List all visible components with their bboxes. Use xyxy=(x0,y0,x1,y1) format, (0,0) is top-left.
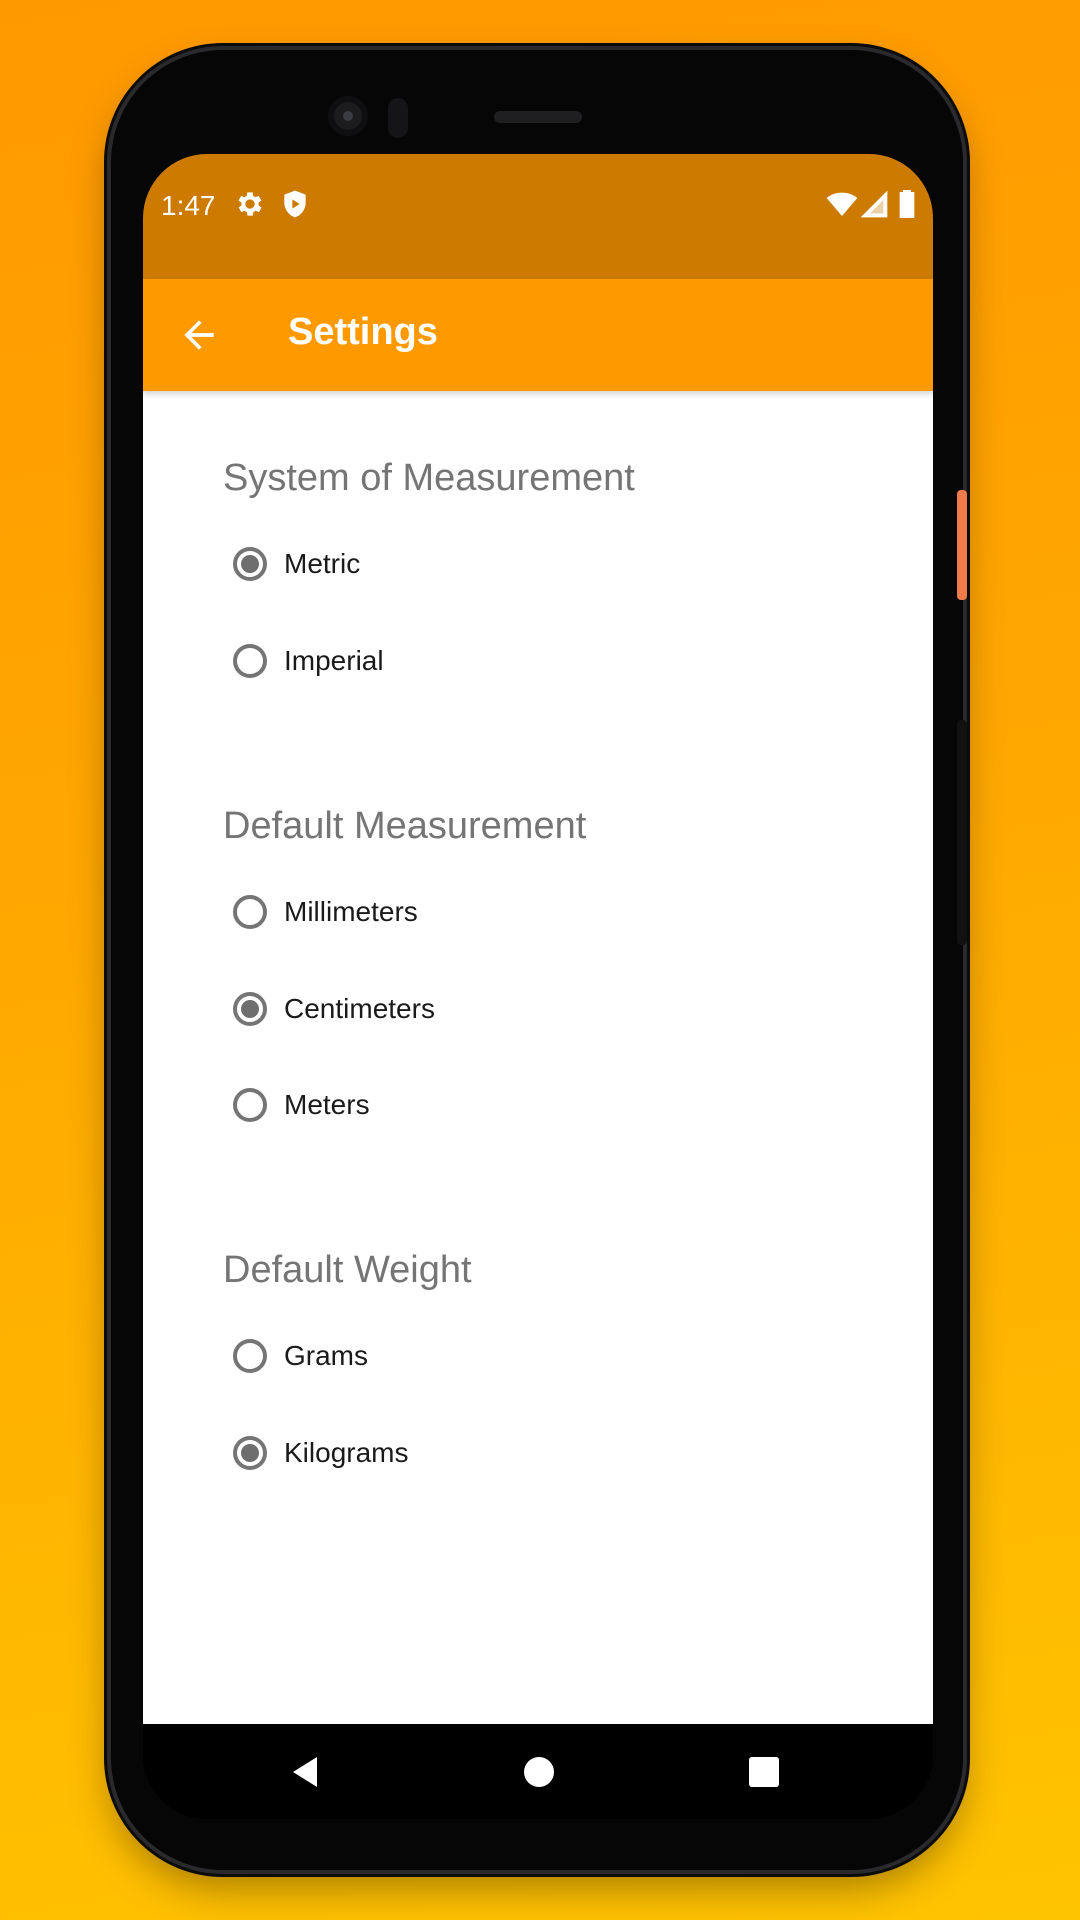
radio-label: Grams xyxy=(284,1340,368,1371)
back-triangle-icon[interactable] xyxy=(287,1754,323,1790)
radio-button-unchecked[interactable] xyxy=(233,644,267,678)
earpiece-speaker xyxy=(494,111,582,123)
gear-icon xyxy=(238,192,262,216)
power-button xyxy=(957,490,967,600)
radio-label: Metric xyxy=(284,548,361,579)
signal-icon xyxy=(860,190,888,218)
radio-label: Millimeters xyxy=(284,896,418,927)
arrow-left-icon[interactable] xyxy=(177,313,221,357)
home-circle-icon[interactable] xyxy=(521,1754,557,1790)
radio-label: Kilograms xyxy=(284,1437,409,1468)
page-title: Settings xyxy=(288,311,438,353)
radio-label: Centimeters xyxy=(284,993,435,1024)
front-camera xyxy=(328,96,368,136)
radio-button-unchecked[interactable] xyxy=(233,1088,267,1122)
radio-option-kilograms[interactable]: Kilograms xyxy=(233,1423,408,1483)
settings-content: System of Measurement Metric Imperial De… xyxy=(143,391,933,1724)
radio-label: Meters xyxy=(284,1089,370,1120)
wifi-icon xyxy=(826,192,858,216)
radio-label: Imperial xyxy=(284,645,384,676)
proximity-sensor xyxy=(388,98,408,138)
shield-icon xyxy=(284,190,306,218)
section-title: Default Weight xyxy=(223,1249,472,1291)
radio-option-meters[interactable]: Meters xyxy=(233,1075,370,1135)
volume-button xyxy=(957,720,967,945)
battery-icon xyxy=(899,190,915,218)
app-bar: Settings xyxy=(143,279,933,391)
status-bar: 1:47 xyxy=(143,154,933,279)
navigation-bar xyxy=(143,1724,933,1819)
recents-square-icon[interactable] xyxy=(746,1754,782,1790)
radio-button-checked[interactable] xyxy=(233,1436,267,1470)
radio-option-grams[interactable]: Grams xyxy=(233,1326,368,1386)
radio-option-metric[interactable]: Metric xyxy=(233,534,360,594)
radio-button-unchecked[interactable] xyxy=(233,895,267,929)
radio-option-centimeters[interactable]: Centimeters xyxy=(233,979,435,1039)
radio-button-checked[interactable] xyxy=(233,547,267,581)
radio-option-millimeters[interactable]: Millimeters xyxy=(233,882,418,942)
radio-option-imperial[interactable]: Imperial xyxy=(233,631,384,691)
radio-button-checked[interactable] xyxy=(233,992,267,1026)
status-time: 1:47 xyxy=(161,190,216,221)
screen: 1:47 Settings System of Measurement Metr… xyxy=(143,154,933,1819)
radio-button-unchecked[interactable] xyxy=(233,1339,267,1373)
section-title: Default Measurement xyxy=(223,805,587,847)
section-title: System of Measurement xyxy=(223,457,635,499)
